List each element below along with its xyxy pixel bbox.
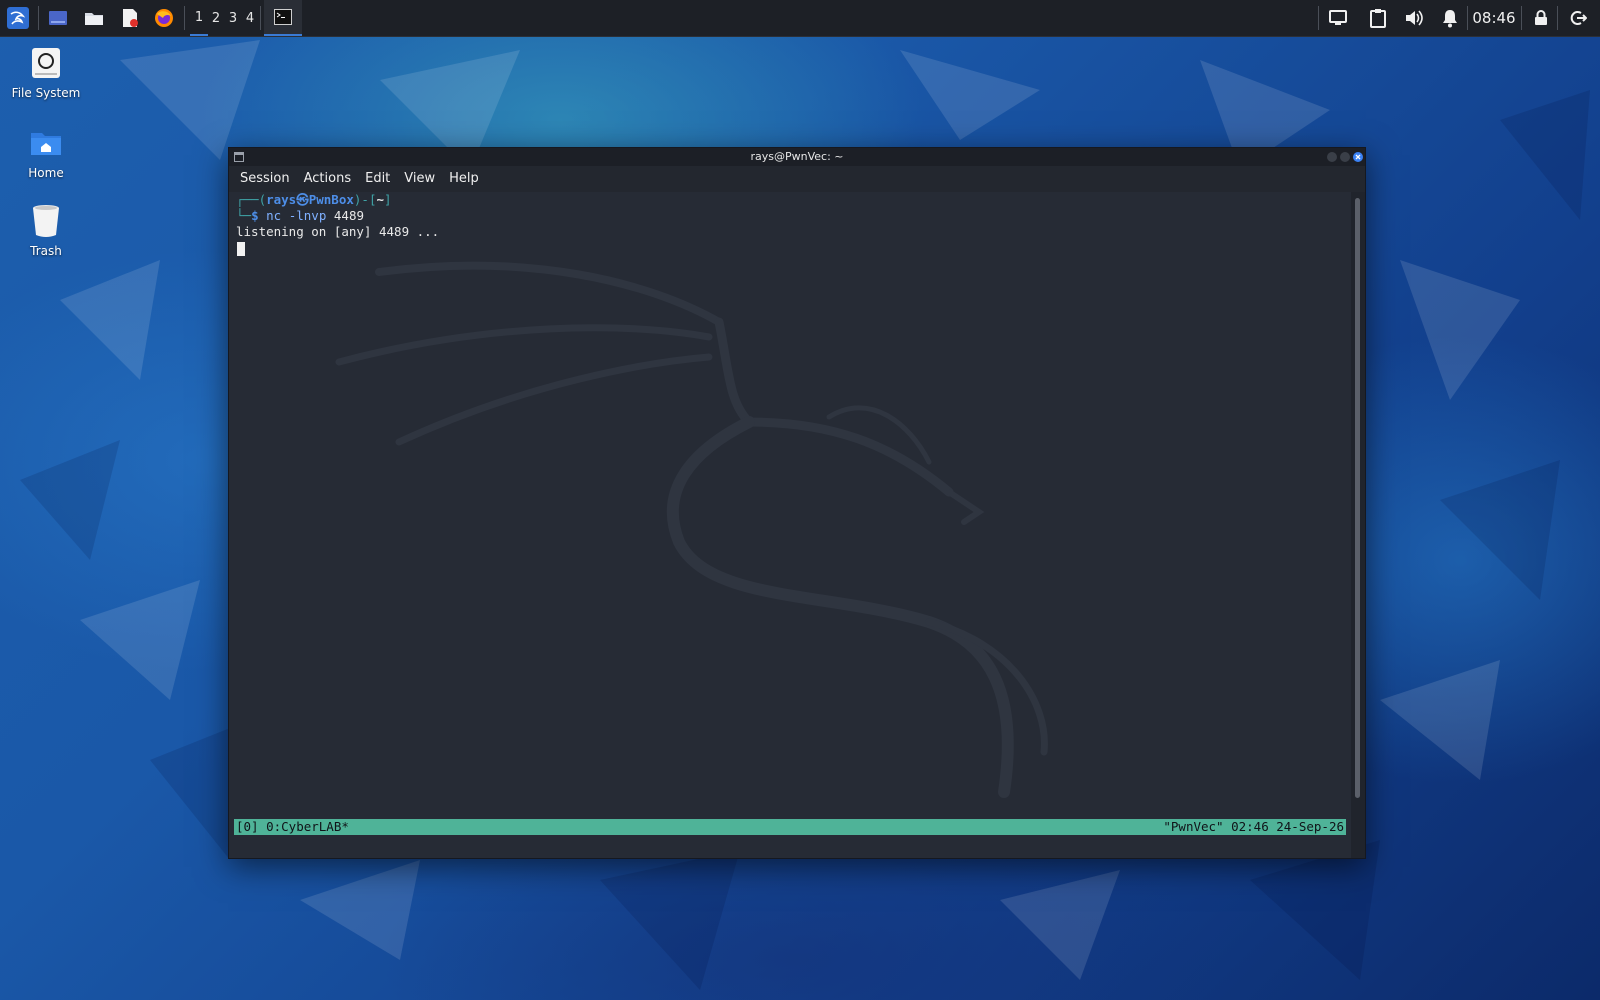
menu-actions[interactable]: Actions bbox=[297, 166, 359, 192]
desktop-icon-home[interactable]: Home bbox=[0, 126, 92, 180]
text-editor-icon[interactable] bbox=[116, 0, 144, 36]
menu-edit[interactable]: Edit bbox=[358, 166, 397, 192]
desktop-icon-label: Trash bbox=[30, 244, 62, 258]
prompt-line-1: ┌──(rays㉿PwnBox)-[~] bbox=[236, 192, 392, 208]
menu-session[interactable]: Session bbox=[233, 166, 297, 192]
clipboard-icon[interactable] bbox=[1364, 0, 1392, 36]
workspace-3[interactable]: 3 bbox=[224, 0, 242, 36]
terminal-scrollbar[interactable] bbox=[1351, 192, 1365, 858]
kali-menu-icon[interactable] bbox=[2, 0, 34, 36]
prompt-cwd: ~ bbox=[376, 192, 384, 207]
menu-view[interactable]: View bbox=[397, 166, 442, 192]
show-desktop-icon[interactable] bbox=[44, 0, 72, 36]
menu-help[interactable]: Help bbox=[442, 166, 486, 192]
scrollbar-thumb[interactable] bbox=[1355, 198, 1360, 798]
panel-clock[interactable]: 08:46 bbox=[1470, 0, 1518, 36]
notification-icon[interactable] bbox=[1436, 0, 1464, 36]
command-flag: -lnvp bbox=[288, 208, 327, 223]
desktop-icon-label: Home bbox=[28, 166, 64, 180]
prompt-dollar: $ bbox=[251, 208, 259, 223]
terminal-icon bbox=[274, 9, 292, 25]
close-button[interactable] bbox=[1353, 152, 1363, 162]
workspace-4[interactable]: 4 bbox=[241, 0, 259, 36]
trash-icon bbox=[29, 204, 63, 238]
tmux-status-right: "PwnVec" 02:46 24-Sep-26 bbox=[1163, 819, 1344, 834]
command-arg: 4489 bbox=[333, 208, 364, 223]
window-title: rays@PwnVec: ~ bbox=[750, 150, 844, 163]
workspace-1[interactable]: 1 bbox=[190, 0, 208, 36]
tmux-status-bar: [0] 0:CyberLAB* "PwnVec" 02:46 24-Sep-26 bbox=[234, 819, 1346, 835]
taskbar-terminal-button[interactable] bbox=[264, 0, 302, 36]
volume-icon[interactable] bbox=[1400, 0, 1428, 36]
kali-dragon-watermark bbox=[335, 261, 1048, 798]
workspace-2[interactable]: 2 bbox=[207, 0, 225, 36]
desktop-icon-label: File System bbox=[11, 86, 81, 100]
logout-icon[interactable] bbox=[1562, 0, 1594, 36]
file-manager-icon[interactable] bbox=[80, 0, 108, 36]
home-folder-icon bbox=[29, 126, 63, 160]
window-titlebar[interactable]: rays@PwnVec: ~ bbox=[229, 148, 1365, 166]
drive-icon bbox=[29, 46, 63, 80]
menu-bar: Session Actions Edit View Help bbox=[229, 166, 1365, 192]
prompt-line-2: └─$ nc -lnvp 4489 bbox=[236, 208, 364, 224]
prompt-user: rays bbox=[266, 192, 297, 207]
tmux-window-list[interactable]: [0] 0:CyberLAB* bbox=[236, 819, 349, 835]
command-name: nc bbox=[266, 208, 282, 223]
lock-icon[interactable] bbox=[1528, 0, 1554, 36]
terminal-area[interactable]: ┌──(rays㉿PwnBox)-[~] └─$ nc -lnvp 4489 l… bbox=[229, 192, 1351, 858]
desktop-icon-file-system[interactable]: File System bbox=[0, 46, 92, 100]
maximize-button[interactable] bbox=[1340, 152, 1350, 162]
command-output: listening on [any] 4489 ... bbox=[236, 224, 440, 239]
terminal-window: rays@PwnVec: ~ Session Actions Edit View… bbox=[228, 147, 1366, 859]
display-icon[interactable] bbox=[1324, 0, 1352, 36]
prompt-frame: ┌──( bbox=[236, 192, 267, 207]
prompt-frame: └─ bbox=[236, 208, 252, 223]
prompt-frame: )-[ bbox=[353, 192, 377, 207]
prompt-frame: ] bbox=[384, 192, 392, 207]
top-panel: 1 2 3 4 08:46 bbox=[0, 0, 1600, 37]
desktop-icon-trash[interactable]: Trash bbox=[0, 204, 92, 258]
prompt-host: PwnBox bbox=[308, 192, 354, 207]
close-icon bbox=[1355, 154, 1361, 160]
prompt-at: ㉿ bbox=[296, 192, 309, 207]
terminal-cursor bbox=[237, 242, 245, 256]
minimize-button[interactable] bbox=[1327, 152, 1337, 162]
firefox-icon[interactable] bbox=[150, 0, 178, 36]
